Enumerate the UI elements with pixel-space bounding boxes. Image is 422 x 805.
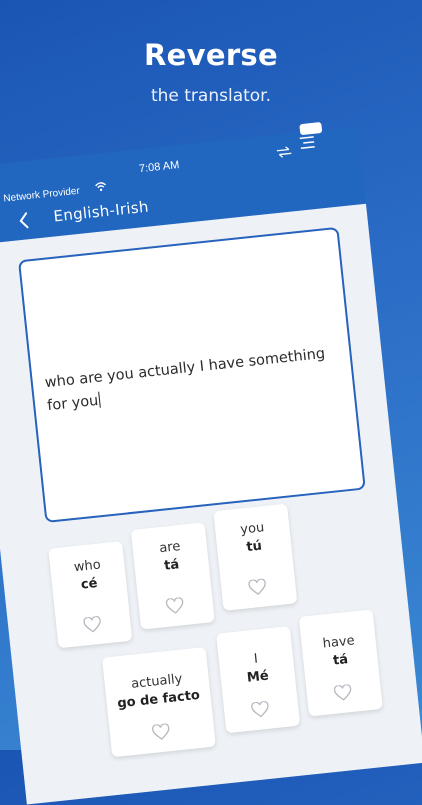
word-card[interactable]: have tá [298, 609, 383, 717]
word-card[interactable]: you tú [213, 503, 298, 611]
input-text: who are you actually I have something fo… [44, 345, 326, 415]
word-cards-grid: who cé are tá you tú actually go de fact… [39, 501, 394, 794]
swap-languages-icon[interactable] [276, 145, 293, 159]
language-pair-title: English-Irish [52, 197, 150, 226]
heart-icon[interactable] [250, 700, 270, 719]
heart-icon[interactable] [83, 615, 103, 634]
heart-icon[interactable] [151, 723, 171, 741]
word-card[interactable]: who cé [48, 541, 133, 649]
heart-icon[interactable] [165, 597, 185, 615]
battery-icon [299, 121, 323, 136]
promo-subtitle: the translator. [150, 86, 272, 106]
word-card[interactable]: actually go de facto [101, 646, 216, 758]
word-card[interactable]: are tá [130, 522, 215, 630]
heart-icon[interactable] [248, 578, 268, 596]
status-time: 7:08 AM [138, 159, 180, 176]
promo-title: Reverse [144, 38, 278, 72]
translator-body: who are you actually I have something fo… [0, 203, 422, 805]
word-card[interactable]: I Mé [216, 626, 301, 734]
wifi-icon [95, 182, 107, 192]
back-arrow-icon[interactable] [17, 211, 31, 230]
carrier-label: Network Provider [2, 185, 81, 205]
phone-screen: Network Provider 7:08 AM English-Irish w… [0, 121, 422, 805]
heart-icon[interactable] [333, 683, 353, 702]
menu-icon[interactable] [299, 135, 316, 151]
translation-input[interactable]: who are you actually I have something fo… [17, 226, 366, 523]
